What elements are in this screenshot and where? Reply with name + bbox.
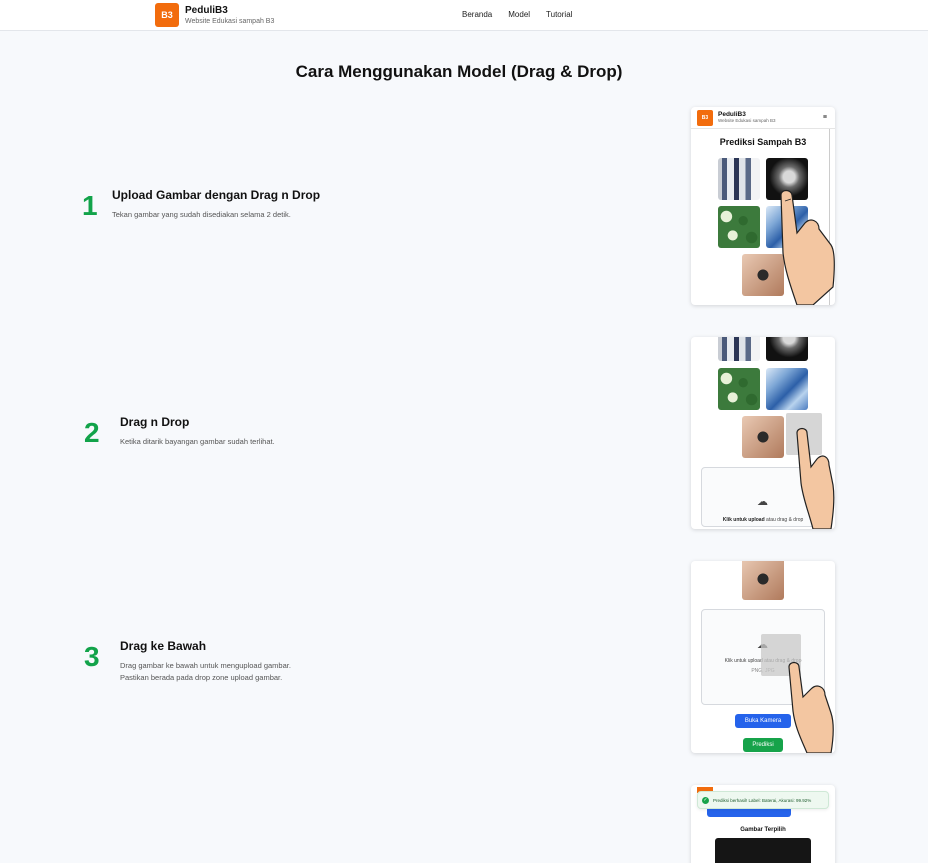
step-number: 1 [82,190,98,221]
sample-image-bottles [718,158,760,200]
nav-link-beranda[interactable]: Beranda [462,10,492,19]
navbar: B3 PeduliB3 Website Edukasi sampah B3 Be… [0,0,928,31]
hand-pointer-icon [796,427,835,529]
step-description: Drag gambar ke bawah untuk mengupload ga… [120,661,291,682]
brand-subtitle: Website Edukasi sampah B3 [185,17,275,25]
step-1: 1 Upload Gambar dengan Drag n Drop Tekan… [82,188,320,221]
step-number: 3 [84,641,100,672]
step-number: 2 [84,417,100,448]
tutorial-image-2: ☁ Klik untuk upload atau drag & drop [691,337,835,529]
success-toast: ✓ Prediksi berhasil! Label: Baterai, Aku… [697,791,829,809]
cloud-upload-icon: ☁ [757,496,768,508]
brand[interactable]: B3 PeduliB3 Website Edukasi sampah B3 [155,3,274,27]
sample-image-battery [742,561,784,600]
check-circle-icon: ✓ [702,796,709,804]
step-description: Ketika ditarik bayangan gambar sudah ter… [120,437,275,446]
sample-image-pills [718,206,760,248]
tutorial-image-3: ☁ Klik untuk upload atau drag & drop PNG… [691,561,835,753]
toast-message: Prediksi berhasil! Label: Baterai, Akura… [713,797,812,803]
step-2: 2 Drag n Drop Ketika ditarik bayangan ga… [84,415,275,448]
sample-image-plastic [766,368,808,410]
logo-badge: B3 [155,3,179,27]
menu-icon: ≡ [822,114,827,121]
mini-heading: Prediksi Sampah B3 [719,137,807,147]
selected-image-preview [715,838,811,863]
sample-image-battery [742,416,784,458]
tutorial-image-1: B3 PeduliB3 Website Edukasi sampah B3 ≡ … [691,107,835,305]
selected-image-heading: Gambar Terpilih [740,827,786,833]
hand-pointer-icon [780,189,835,305]
nav-link-tutorial[interactable]: Tutorial [546,10,572,19]
nav-links: Beranda Model Tutorial [462,10,572,19]
sample-image-pills [718,368,760,410]
hand-pointer-icon [788,661,834,753]
step-description: Tekan gambar yang sudah disediakan selam… [112,210,291,219]
step-3: 3 Drag ke Bawah Drag gambar ke bawah unt… [84,639,291,683]
mini-navbar: B3 PeduliB3 Website Edukasi sampah B3 ≡ [691,107,835,129]
mini-logo: B3 [697,109,713,126]
predict-button[interactable]: Prediksi [743,738,783,752]
mini-brand-subtitle: Website Edukasi sampah B3 [718,117,776,123]
sample-image-bottles [718,337,760,361]
sample-image-bulb [766,337,808,361]
step-title: Upload Gambar dengan Drag n Drop [112,188,321,202]
brand-name: PeduliB3 [185,4,228,16]
page-title: Cara Menggunakan Model (Drag & Drop) [295,62,623,81]
step-title: Drag ke Bawah [120,639,207,653]
nav-link-model[interactable]: Model [508,10,530,19]
step-title: Drag n Drop [120,415,190,429]
